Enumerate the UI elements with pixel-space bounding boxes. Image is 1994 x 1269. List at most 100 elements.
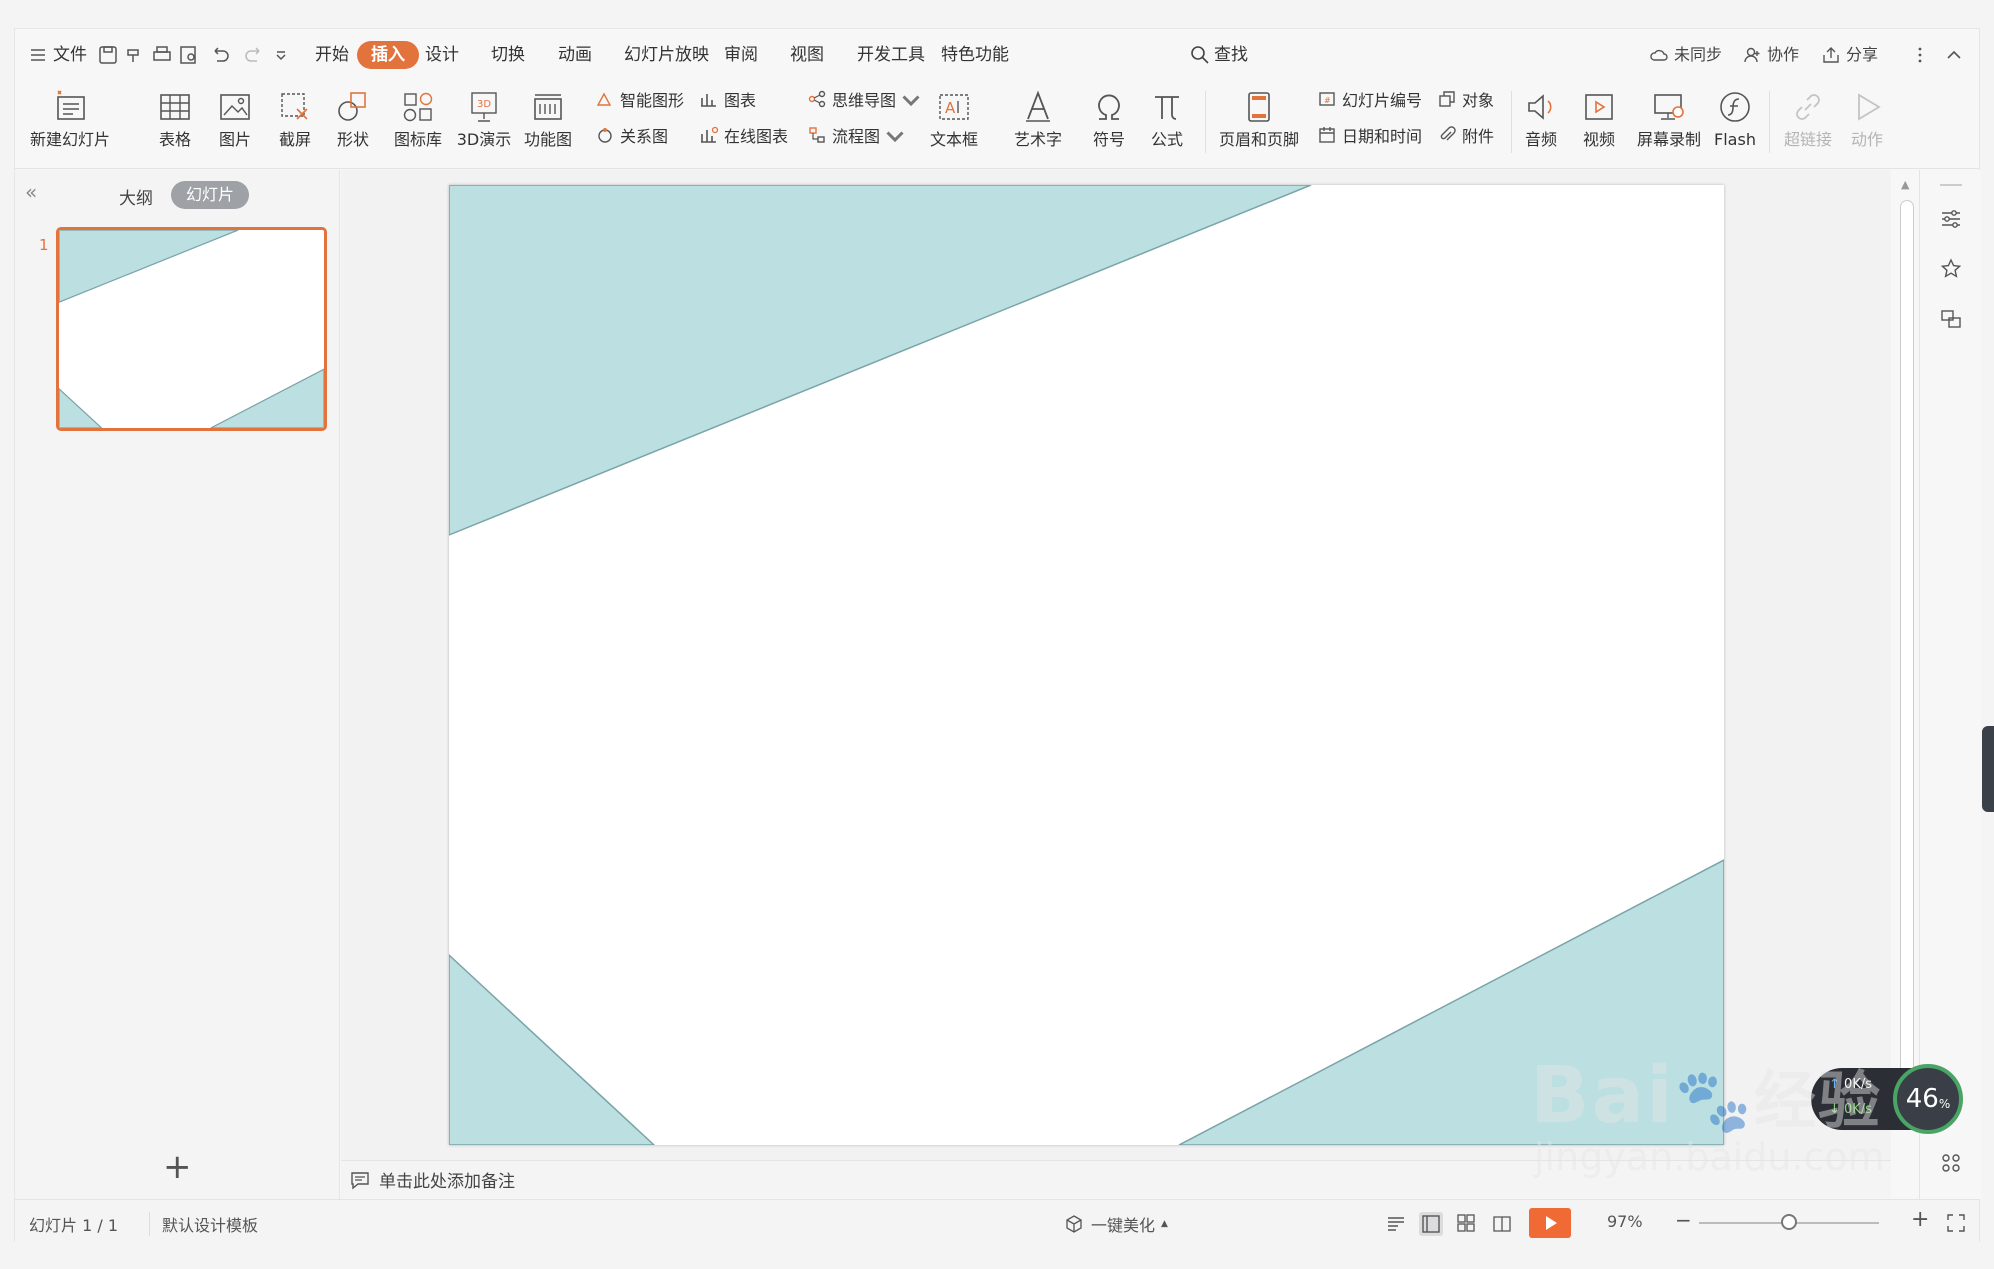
smart-art-button[interactable]: 智能图形 — [595, 85, 684, 113]
speaker-icon — [1528, 94, 1552, 120]
slide-thumbnail[interactable] — [56, 227, 327, 431]
textbox-button[interactable]: A 文本框 — [921, 83, 987, 163]
wordart-button[interactable]: 艺术字 — [1005, 83, 1071, 163]
ribbon-separator — [1769, 91, 1770, 153]
star-icon[interactable] — [1938, 256, 1964, 282]
watermark-url: jingyan.baidu.com — [1534, 1135, 1885, 1179]
top-left-triangle[interactable] — [449, 185, 1312, 536]
online-chart-label: 在线图表 — [724, 127, 789, 146]
collaborate-label: 协作 — [1767, 45, 1800, 64]
icon-library-button[interactable]: 图标库 — [383, 83, 453, 163]
customize-dropdown-icon[interactable] — [268, 42, 294, 68]
flowchart-button[interactable]: 流程图 — [807, 121, 905, 149]
tab-outline[interactable]: 大纲 — [119, 184, 153, 209]
online-chart-button[interactable]: 在线图表 — [699, 121, 788, 149]
object-button[interactable]: 对象 — [1437, 85, 1494, 113]
file-menu-label: 文件 — [53, 45, 87, 65]
attachment-label: 附件 — [1462, 127, 1495, 146]
formula-button[interactable]: 公式 — [1137, 83, 1197, 163]
tab-special[interactable]: 特色功能 — [941, 41, 1009, 69]
collapse-panel-icon[interactable]: « — [25, 180, 37, 204]
tab-insert[interactable]: 插入 — [357, 41, 419, 69]
3d-demo-button[interactable]: 3D 3D演示 — [449, 83, 519, 163]
tab-review[interactable]: 审阅 — [724, 41, 758, 69]
attachment-button[interactable]: 附件 — [1437, 121, 1494, 149]
action-button[interactable]: 动作 — [1837, 83, 1897, 163]
zoom-slider-knob[interactable] — [1781, 1214, 1797, 1230]
tab-slideshow[interactable]: 幻灯片放映 — [624, 41, 709, 69]
tab-design[interactable]: 设计 — [425, 41, 459, 69]
vertical-scrollbar[interactable]: ▲ — [1895, 170, 1919, 1170]
fit-window-icon[interactable] — [1945, 1212, 1967, 1234]
zoom-in-button[interactable]: + — [1911, 1207, 1929, 1232]
side-widget-tab[interactable] — [1982, 726, 1994, 812]
save-icon[interactable] — [95, 42, 121, 68]
sorter-view-icon[interactable] — [1455, 1212, 1477, 1234]
undo-icon[interactable] — [207, 42, 233, 68]
slide-number-button[interactable]: # 幻灯片编号 — [1317, 85, 1422, 113]
print-icon[interactable] — [149, 42, 175, 68]
header-footer-button[interactable]: 页眉和页脚 — [1211, 83, 1307, 163]
notes-toggle-icon[interactable] — [1385, 1212, 1407, 1234]
beautify-button[interactable]: 一键美化 ▲ — [1063, 1212, 1168, 1236]
reading-view-icon[interactable] — [1491, 1212, 1513, 1234]
more-icon[interactable] — [1910, 41, 1930, 69]
collaborate-button[interactable]: 协作 — [1742, 41, 1799, 69]
datetime-button[interactable]: 日期和时间 — [1317, 121, 1422, 149]
video-button[interactable]: 视频 — [1569, 83, 1629, 163]
symbol-button[interactable]: 符号 — [1079, 83, 1139, 163]
format-painter-icon[interactable] — [122, 42, 148, 68]
hyperlink-label: 超链接 — [1783, 130, 1832, 149]
transform-icon[interactable] — [1938, 306, 1964, 332]
zoom-out-button[interactable]: − — [1675, 1208, 1692, 1232]
screen-record-button[interactable]: 屏幕录制 — [1627, 83, 1711, 163]
flash-icon — [1720, 92, 1750, 122]
relation-chart-button[interactable]: 关系图 — [595, 121, 668, 149]
datetime-label: 日期和时间 — [1342, 127, 1423, 146]
search-button[interactable]: 查找 — [1190, 41, 1248, 69]
picture-button[interactable]: 图片 — [205, 83, 265, 163]
collapse-ribbon-icon[interactable] — [1944, 41, 1964, 69]
scroll-up-icon[interactable]: ▲ — [1901, 178, 1909, 191]
grid-apps-icon[interactable] — [1938, 1150, 1964, 1176]
mindmap-button[interactable]: 思维导图 — [807, 85, 921, 113]
template-name[interactable]: 默认设计模板 — [149, 1212, 258, 1236]
slide-canvas[interactable] — [449, 185, 1724, 1145]
omega-icon — [1098, 94, 1120, 120]
drag-handle[interactable] — [1940, 184, 1962, 186]
add-slide-button[interactable]: + — [163, 1150, 192, 1184]
function-chart-label: 功能图 — [523, 130, 572, 149]
sync-status[interactable]: 未同步 — [1649, 41, 1722, 69]
zoom-level[interactable]: 97% — [1607, 1212, 1643, 1231]
picture-label: 图片 — [218, 130, 251, 149]
print-preview-icon[interactable] — [176, 42, 202, 68]
chart-button[interactable]: 图表 — [699, 85, 756, 113]
flash-button[interactable]: Flash — [1705, 83, 1765, 163]
new-slide-button[interactable]: 新建幻灯片 — [20, 83, 120, 163]
tab-transitions[interactable]: 切换 — [491, 41, 525, 69]
watermark-brand-cn: 经验 — [1754, 1064, 1883, 1137]
redo-icon[interactable] — [241, 42, 267, 68]
table-button[interactable]: 表格 — [145, 83, 205, 163]
smart-art-label: 智能图形 — [620, 91, 685, 110]
slide-panel: « 大纲 幻灯片 1 + — [15, 170, 340, 1199]
tab-view[interactable]: 视图 — [790, 41, 824, 69]
properties-icon[interactable] — [1938, 206, 1964, 232]
normal-view-icon[interactable] — [1419, 1212, 1443, 1236]
textbox-label: 文本框 — [929, 130, 978, 149]
screen-record-label: 屏幕录制 — [1636, 130, 1701, 149]
hyperlink-button[interactable]: 超链接 — [1771, 83, 1845, 163]
audio-button[interactable]: 音频 — [1511, 83, 1571, 163]
tab-developer[interactable]: 开发工具 — [857, 41, 925, 69]
bottom-left-triangle[interactable] — [449, 953, 656, 1145]
share-button[interactable]: 分享 — [1821, 41, 1878, 69]
scrollbar-thumb[interactable] — [1900, 200, 1914, 1080]
file-menu[interactable]: 文件 — [29, 41, 87, 69]
shape-button[interactable]: 形状 — [323, 83, 383, 163]
play-slideshow-button[interactable] — [1529, 1208, 1571, 1238]
tab-slides[interactable]: 幻灯片 — [171, 181, 249, 209]
function-chart-button[interactable]: 功能图 — [513, 83, 583, 163]
tab-animations[interactable]: 动画 — [558, 41, 592, 69]
screenshot-button[interactable]: 截屏 — [265, 83, 325, 163]
tab-home[interactable]: 开始 — [315, 41, 349, 69]
